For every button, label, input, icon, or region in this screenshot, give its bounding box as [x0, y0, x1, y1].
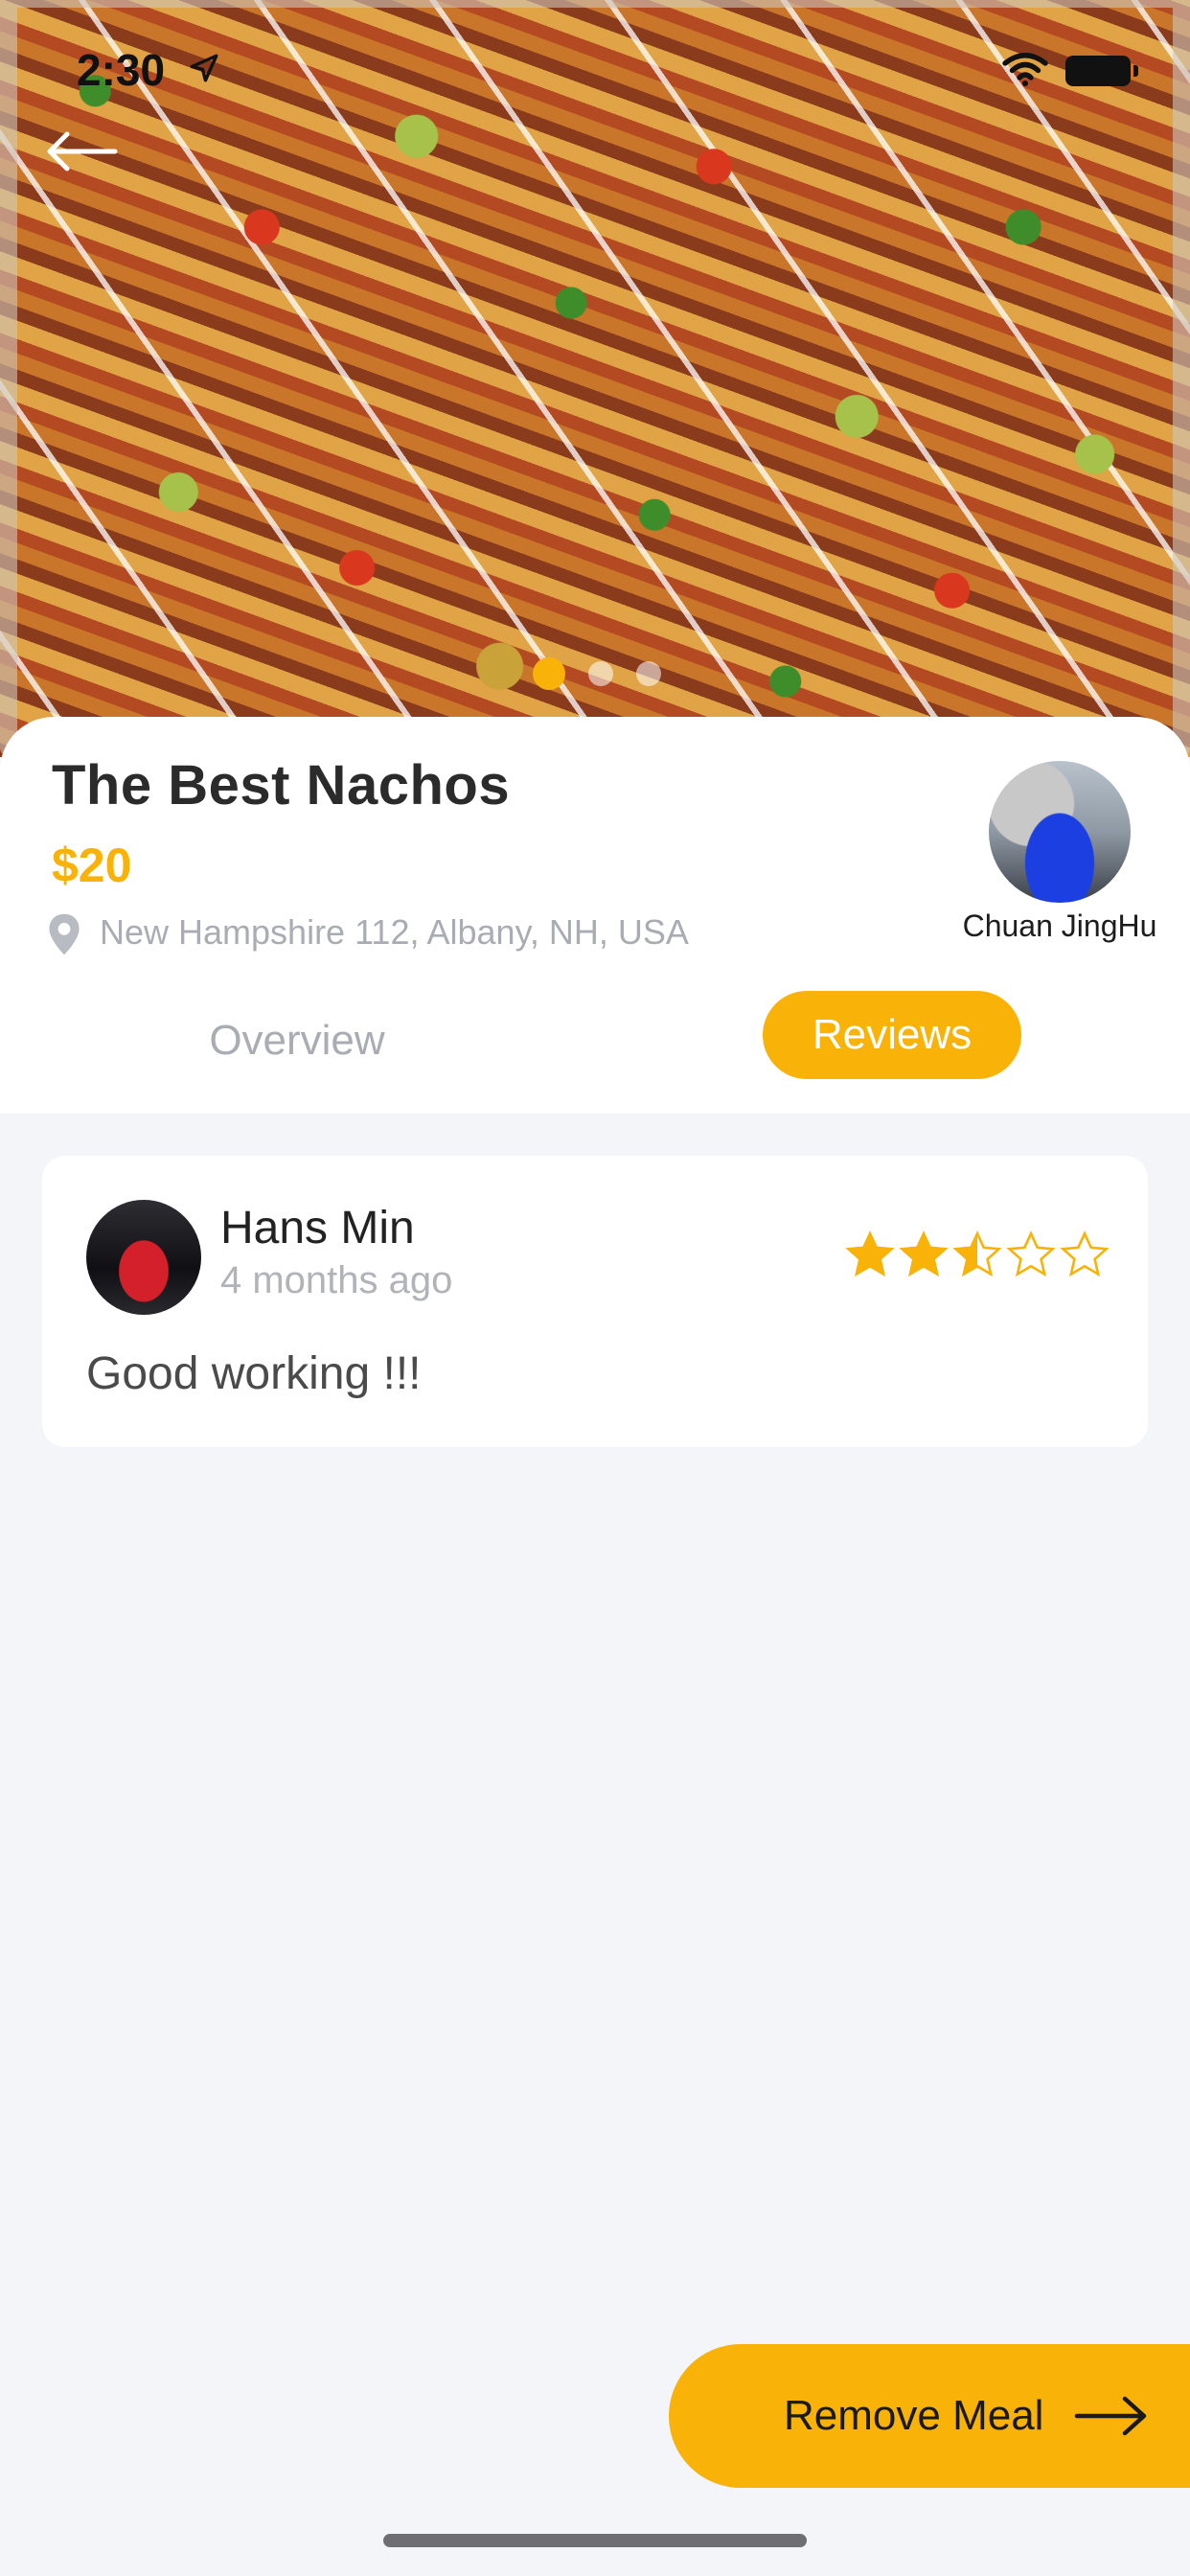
meal-price: $20	[52, 839, 132, 892]
chef-avatar[interactable]	[989, 761, 1131, 903]
carousel-dot[interactable]	[636, 661, 661, 686]
chef-name: Chuan JingHu	[962, 908, 1157, 943]
tab-reviews[interactable]: Reviews	[763, 991, 1021, 1079]
remove-meal-label: Remove Meal	[784, 2392, 1044, 2439]
status-bar: 2:30	[0, 38, 1190, 105]
battery-icon	[1065, 56, 1138, 86]
image-carousel-dots	[533, 657, 661, 690]
review-text: Good working !!!	[86, 1348, 422, 1399]
star-half-icon	[952, 1230, 1002, 1277]
star-filled-icon	[899, 1230, 949, 1277]
reviewer-name: Hans Min	[220, 1203, 415, 1254]
status-time: 2:30	[77, 45, 166, 95]
meal-photo	[0, 0, 1190, 757]
location-arrow-icon	[190, 54, 218, 82]
location-pin-icon	[49, 913, 80, 955]
arrow-left-icon[interactable]	[42, 123, 119, 180]
review-timestamp: 4 months ago	[220, 1259, 453, 1301]
meal-detail-screen: 2:30 The Best Nachos $20 New Hampshire 1…	[0, 0, 1190, 2576]
wifi-icon	[1002, 53, 1048, 86]
star-empty-icon	[1060, 1230, 1110, 1277]
meal-address: New Hampshire 112, Albany, NH, USA	[100, 912, 689, 952]
tab-overview[interactable]: Overview	[144, 1000, 450, 1081]
avatar	[86, 1200, 201, 1315]
star-filled-icon	[845, 1230, 895, 1277]
carousel-dot[interactable]	[588, 661, 613, 686]
home-indicator	[383, 2534, 807, 2547]
review-card: Hans Min 4 months ago Good working !!!	[42, 1156, 1148, 1447]
rating-stars	[845, 1230, 1110, 1280]
meal-title: The Best Nachos	[52, 754, 511, 816]
meal-info-card: The Best Nachos $20 New Hampshire 112, A…	[0, 717, 1190, 1114]
arrow-right-icon	[1074, 2396, 1147, 2436]
remove-meal-button[interactable]: Remove Meal	[669, 2344, 1190, 2488]
star-empty-icon	[1006, 1230, 1056, 1277]
carousel-dot-active[interactable]	[533, 657, 565, 690]
